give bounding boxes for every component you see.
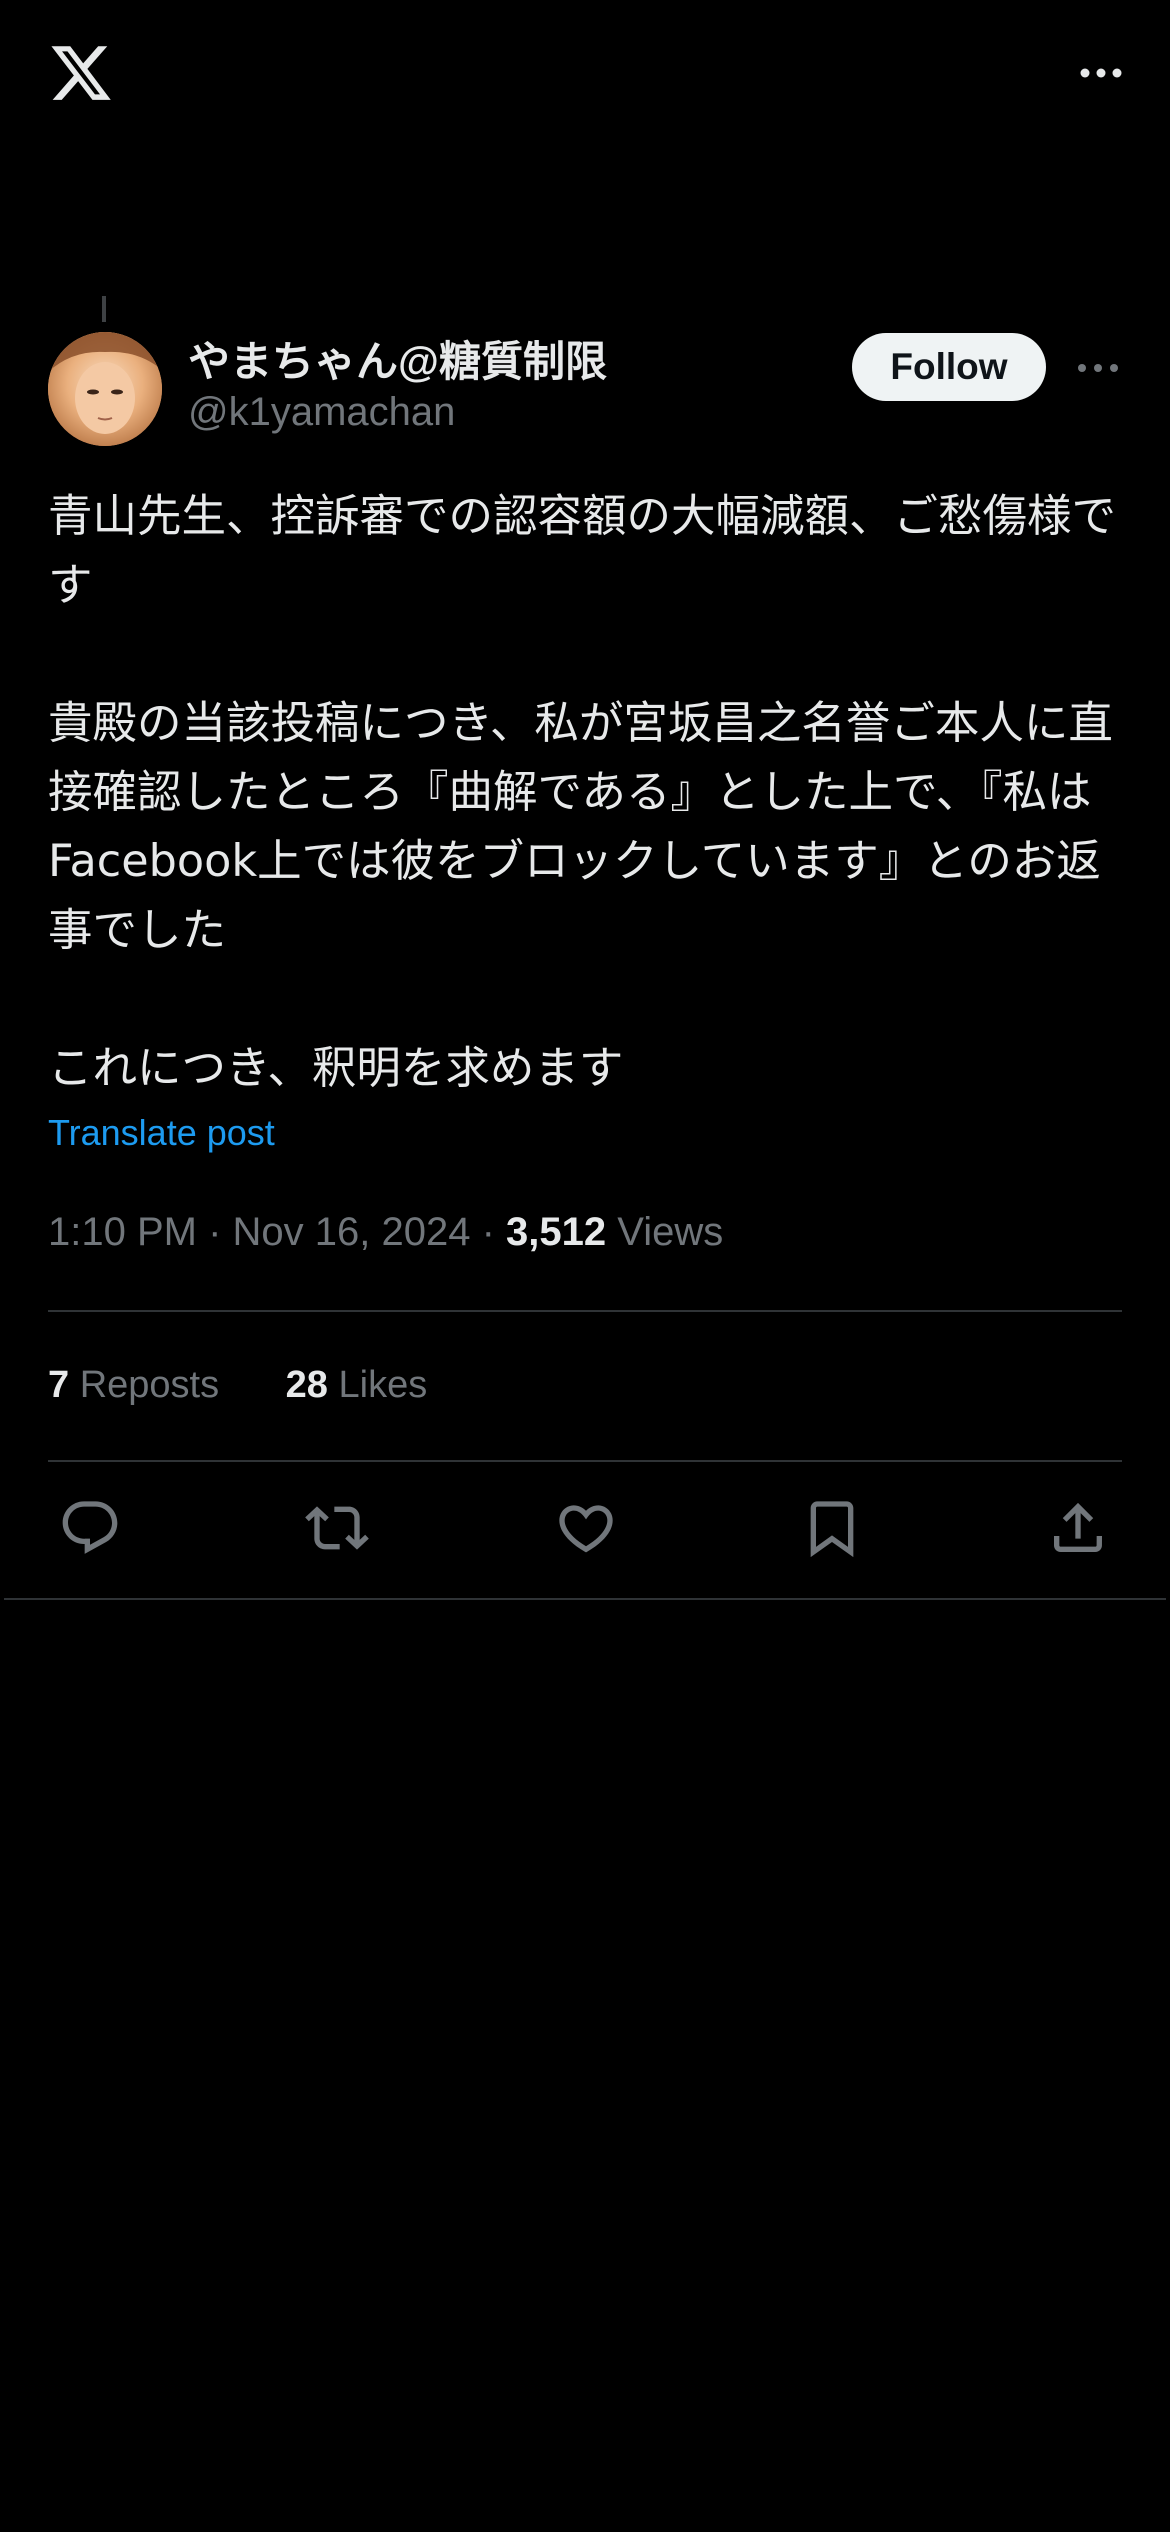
post-meta: 1:10 PM · Nov 16, 2024 · 3,512 Views (48, 1210, 723, 1255)
post-more-icon[interactable] (1076, 356, 1120, 380)
action-bar (0, 1496, 1170, 1566)
top-bar (0, 0, 1170, 150)
like-icon[interactable] (554, 1496, 618, 1560)
likes-label: Likes (338, 1364, 428, 1406)
author-display-name[interactable]: やまちゃん@糖質制限 (188, 328, 607, 389)
avatar[interactable] (48, 332, 162, 446)
post-time[interactable]: 1:10 PM (48, 1210, 197, 1254)
post-date[interactable]: Nov 16, 2024 (233, 1210, 471, 1254)
divider (48, 1460, 1122, 1462)
thread-connector-line (102, 296, 106, 322)
translate-post-link[interactable]: Translate post (48, 1112, 275, 1154)
author-handle[interactable]: @k1yamachan (188, 390, 455, 435)
divider (48, 1310, 1122, 1312)
reply-icon[interactable] (58, 1496, 122, 1560)
post-paragraph: これにつき、釈明を求めます (48, 1043, 624, 1094)
meta-separator: · (196, 1210, 233, 1254)
bookmark-icon[interactable] (800, 1496, 864, 1560)
post-paragraph: 貴殿の当該投稿につき、私が宮坂昌之名誉ご本人に直接確認したところ『曲解である』と… (48, 698, 1113, 956)
repost-icon[interactable] (305, 1496, 369, 1560)
x-logo-icon[interactable] (48, 40, 114, 106)
views-count: 3,512 (506, 1210, 607, 1254)
follow-button[interactable]: Follow (852, 333, 1046, 401)
post-text: 青山先生、控訴審での認容額の大幅減額、ご愁傷様です 貴殿の当該投稿につき、私が宮… (48, 482, 1128, 1103)
more-horizontal-icon[interactable] (1078, 56, 1124, 90)
reposts-count: 7 (48, 1364, 70, 1406)
reposts-label: Reposts (79, 1364, 220, 1406)
divider (4, 1598, 1166, 1600)
post-paragraph: 青山先生、控訴審での認容額の大幅減額、ご愁傷様です (48, 491, 1117, 611)
views-label: Views (617, 1210, 724, 1254)
likes-count: 28 (285, 1364, 328, 1406)
meta-separator: · (470, 1210, 507, 1254)
post-stats: 7 Reposts 28 Likes (48, 1364, 427, 1407)
likes-stat[interactable]: 28 Likes (286, 1364, 428, 1407)
share-icon[interactable] (1046, 1496, 1110, 1560)
reposts-stat[interactable]: 7 Reposts (48, 1364, 219, 1407)
